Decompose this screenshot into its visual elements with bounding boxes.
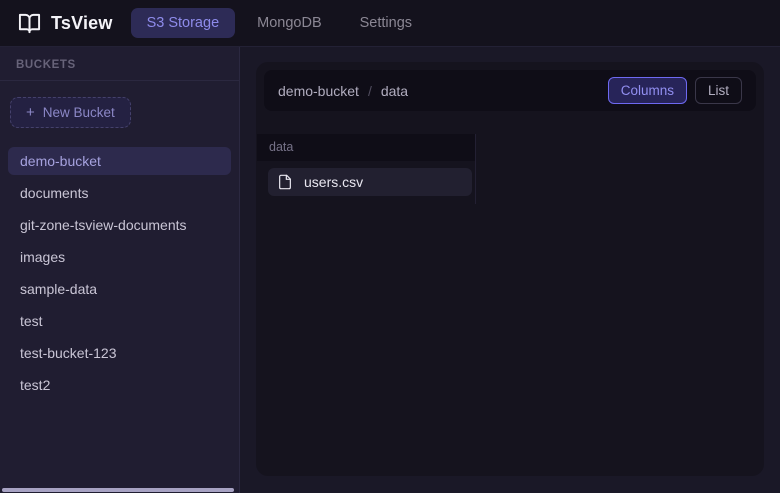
breadcrumb: demo-bucket / data xyxy=(278,83,408,99)
sidebar-horizontal-scrollbar[interactable] xyxy=(2,488,234,492)
columns-area: data users.csv xyxy=(257,134,756,204)
column-entries: users.csv xyxy=(257,161,475,204)
new-bucket-button[interactable]: + New Bucket xyxy=(10,97,131,128)
columns-view-button[interactable]: Columns xyxy=(608,77,687,104)
view-toggle-group: Columns List xyxy=(608,77,742,104)
content-panel: demo-bucket / data Columns List data xyxy=(256,62,764,476)
breadcrumb-segment-folder[interactable]: data xyxy=(381,83,408,99)
app-window: TsView S3 Storage MongoDB Settings BUCKE… xyxy=(0,0,780,493)
toolbar: demo-bucket / data Columns List xyxy=(264,70,756,111)
app-logo: TsView xyxy=(18,12,113,35)
bucket-list: demo-bucket documents git-zone-tsview-do… xyxy=(0,147,239,399)
app-title: TsView xyxy=(51,13,113,34)
app-header: TsView S3 Storage MongoDB Settings xyxy=(0,0,780,47)
breadcrumb-separator: / xyxy=(368,83,372,99)
list-view-button[interactable]: List xyxy=(695,77,742,104)
column-header: data xyxy=(257,134,475,161)
sidebar-item-test-bucket-123[interactable]: test-bucket-123 xyxy=(8,339,231,367)
tab-s3-storage[interactable]: S3 Storage xyxy=(131,8,236,38)
breadcrumb-segment-bucket[interactable]: demo-bucket xyxy=(278,83,359,99)
file-name: users.csv xyxy=(304,174,363,190)
sidebar-item-images[interactable]: images xyxy=(8,243,231,271)
sidebar-item-demo-bucket[interactable]: demo-bucket xyxy=(8,147,231,175)
tab-settings[interactable]: Settings xyxy=(344,8,428,38)
file-row-users-csv[interactable]: users.csv xyxy=(268,168,472,196)
main-area: demo-bucket / data Columns List data xyxy=(240,47,780,493)
plus-icon: + xyxy=(26,105,35,120)
buckets-sidebar: BUCKETS + New Bucket demo-bucket documen… xyxy=(0,47,240,493)
sidebar-heading: BUCKETS xyxy=(0,47,239,81)
new-bucket-label: New Bucket xyxy=(43,105,115,120)
sidebar-item-documents[interactable]: documents xyxy=(8,179,231,207)
file-icon xyxy=(277,174,293,190)
sidebar-item-sample-data[interactable]: sample-data xyxy=(8,275,231,303)
sidebar-item-git-zone-tsview-documents[interactable]: git-zone-tsview-documents xyxy=(8,211,231,239)
book-open-icon xyxy=(18,12,41,35)
tab-mongodb[interactable]: MongoDB xyxy=(241,8,337,38)
sidebar-item-test[interactable]: test xyxy=(8,307,231,335)
sidebar-item-test2[interactable]: test2 xyxy=(8,371,231,399)
column-data: data users.csv xyxy=(257,134,476,204)
main-nav: S3 Storage MongoDB Settings xyxy=(131,8,428,38)
